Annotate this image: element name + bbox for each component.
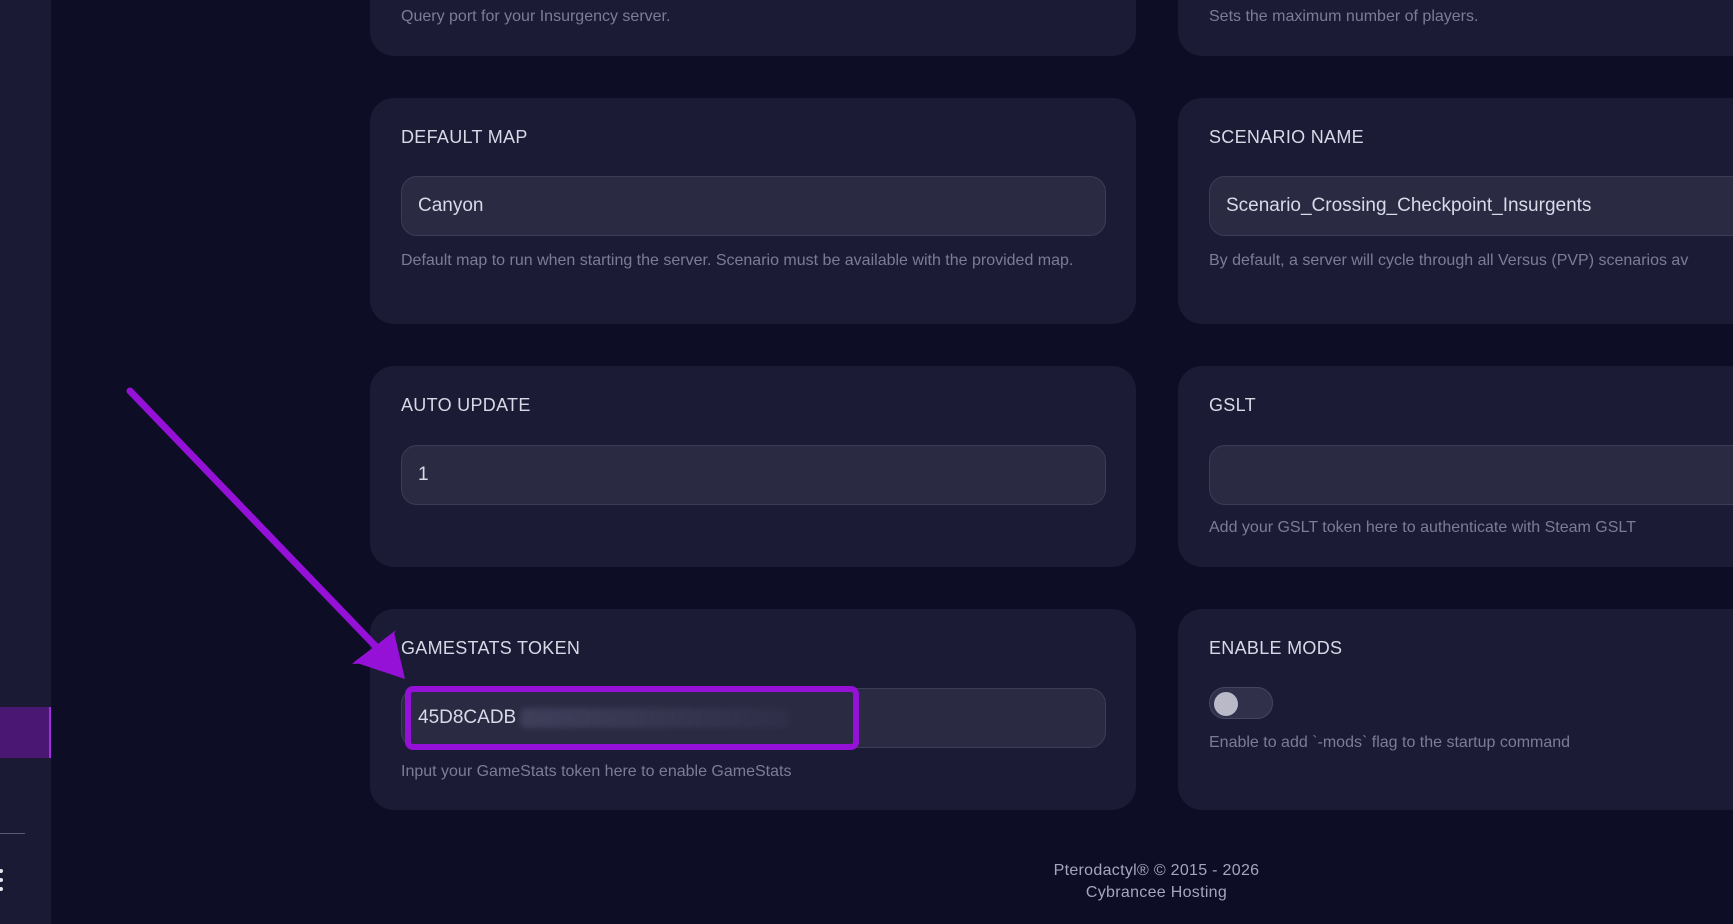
toggle-knob <box>1214 692 1238 716</box>
default-map-description: Default map to run when starting the ser… <box>401 252 1074 269</box>
card-max-players: Sets the maximum number of players. <box>1178 0 1733 56</box>
gslt-input[interactable] <box>1209 445 1733 505</box>
enable-mods-description: Enable to add `-mods` flag to the startu… <box>1209 734 1571 751</box>
enable-mods-title: ENABLE MODS <box>1209 638 1343 658</box>
gslt-description: Add your GSLT token here to authenticate… <box>1209 519 1636 536</box>
auto-update-input[interactable]: 1 <box>401 445 1106 505</box>
enable-mods-toggle[interactable] <box>1209 687 1273 719</box>
sidebar <box>0 0 51 924</box>
more-menu-icon[interactable] <box>0 869 5 891</box>
auto-update-title: AUTO UPDATE <box>401 395 531 415</box>
max-players-description: Sets the maximum number of players. <box>1209 8 1479 25</box>
scenario-name-input[interactable]: Scenario_Crossing_Checkpoint_Insurgents <box>1209 176 1733 236</box>
card-default-map: DEFAULT MAP Canyon Default map to run wh… <box>370 98 1136 324</box>
footer-copyright: Pterodactyl® © 2015 - 2026 <box>1053 862 1260 879</box>
token-highlight-box <box>405 686 859 750</box>
gamestats-token-title: GAMESTATS TOKEN <box>401 638 581 658</box>
sidebar-item-active[interactable] <box>0 707 51 758</box>
card-query-port: Query port for your Insurgency server. <box>370 0 1136 56</box>
sidebar-divider <box>0 833 25 834</box>
card-enable-mods: ENABLE MODS Enable to add `-mods` flag t… <box>1178 609 1733 810</box>
scenario-name-title: SCENARIO NAME <box>1209 127 1364 147</box>
card-scenario-name: SCENARIO NAME Scenario_Crossing_Checkpoi… <box>1178 98 1733 324</box>
card-gslt: GSLT Add your GSLT token here to authent… <box>1178 366 1733 567</box>
footer-host: Cybrancee Hosting <box>1085 884 1228 901</box>
page-root: Query port for your Insurgency server. S… <box>0 0 1733 924</box>
default-map-input[interactable]: Canyon <box>401 176 1106 236</box>
gslt-title: GSLT <box>1209 395 1256 415</box>
scenario-name-description: By default, a server will cycle through … <box>1209 252 1689 269</box>
gamestats-token-description: Input your GameStats token here to enabl… <box>401 763 792 780</box>
card-auto-update: AUTO UPDATE 1 <box>370 366 1136 567</box>
query-port-description: Query port for your Insurgency server. <box>401 8 671 25</box>
default-map-title: DEFAULT MAP <box>401 127 528 147</box>
